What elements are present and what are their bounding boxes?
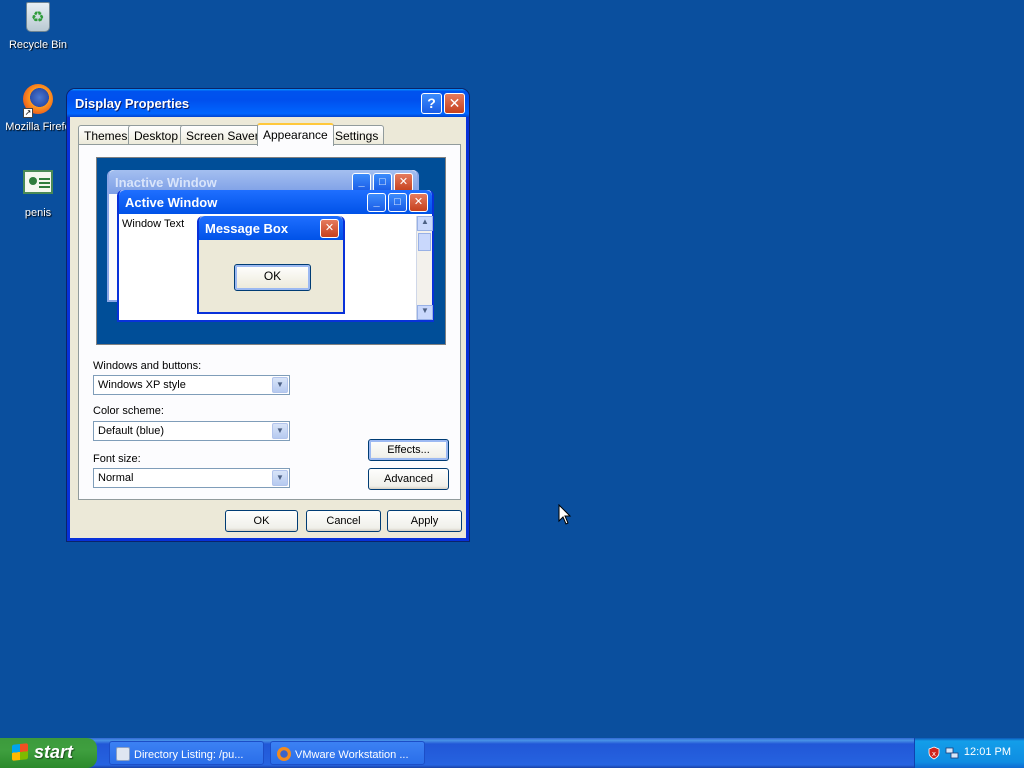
tab-desktop[interactable]: Desktop	[128, 125, 185, 145]
color-scheme-select[interactable]: Default (blue) ▼	[93, 421, 290, 441]
window-titlebar[interactable]: Display Properties ? ✕	[67, 89, 469, 117]
taskbar-item-label: Directory Listing: /pu...	[134, 749, 244, 761]
color-scheme-value: Default (blue)	[98, 425, 165, 437]
appearance-preview: Inactive Window _ □ ✕ Active Window _ □ ✕ Wi…	[96, 157, 446, 345]
preview-window-text: Window Text	[122, 218, 185, 230]
recycle-bin-desktop-icon[interactable]: Recycle Bin	[0, 2, 76, 51]
close-button[interactable]: ✕	[444, 93, 465, 114]
help-button[interactable]: ?	[421, 93, 442, 114]
close-icon: ✕	[448, 95, 461, 111]
tab-themes[interactable]: Themes	[78, 125, 134, 145]
taskbar-item-directory-listing[interactable]: Directory Listing: /pu...	[109, 741, 264, 765]
cancel-button[interactable]: Cancel	[306, 510, 381, 532]
ok-button[interactable]: OK	[225, 510, 298, 532]
windows-buttons-label: Windows and buttons:	[93, 360, 202, 372]
display-properties-window: Display Properties ? ✕ Themes Desktop Sc…	[67, 89, 469, 541]
font-size-label: Font size:	[93, 453, 141, 465]
network-icon[interactable]	[945, 746, 959, 760]
clock[interactable]: 12:01 PM	[964, 746, 1011, 758]
tab-appearance[interactable]: Appearance	[257, 123, 334, 146]
font-size-value: Normal	[98, 472, 134, 484]
document-icon	[116, 747, 130, 761]
system-tray: x 12:01 PM	[914, 738, 1024, 768]
certificate-file-label: penis	[24, 207, 52, 219]
scroll-up-icon: ▲	[417, 216, 433, 231]
svg-text:x: x	[932, 750, 936, 758]
windows-buttons-value: Windows XP style	[98, 379, 186, 391]
help-icon: ?	[427, 95, 436, 111]
chevron-down-icon[interactable]: ▼	[272, 470, 288, 486]
chevron-down-icon[interactable]: ▼	[272, 377, 288, 393]
close-icon: ✕	[320, 219, 339, 238]
font-size-select[interactable]: Normal ▼	[93, 468, 290, 488]
appearance-panel: Inactive Window _ □ ✕ Active Window _ □ ✕ Wi…	[78, 144, 461, 500]
minimize-icon: _	[367, 193, 386, 212]
chevron-down-icon[interactable]: ▼	[272, 423, 288, 439]
scroll-thumb	[418, 233, 431, 251]
certificate-icon	[21, 170, 55, 204]
preview-ok-button: OK	[234, 264, 311, 291]
firefox-icon	[277, 747, 291, 761]
scroll-down-icon: ▼	[417, 305, 433, 320]
start-button[interactable]: start	[0, 738, 97, 768]
recycle-bin-icon	[21, 2, 55, 36]
certificate-file-desktop-icon[interactable]: penis	[0, 166, 76, 219]
tab-screen-saver[interactable]: Screen Saver	[180, 125, 265, 145]
window-title: Display Properties	[75, 96, 190, 111]
shortcut-arrow-icon: ↗	[23, 108, 33, 118]
security-shield-icon[interactable]: x	[927, 746, 941, 760]
firefox-desktop-icon[interactable]: ↗ Mozilla Firefo	[0, 84, 76, 133]
effects-button[interactable]: Effects...	[368, 439, 449, 461]
firefox-label: Mozilla Firefo	[5, 121, 71, 133]
recycle-bin-label: Recycle Bin	[8, 39, 68, 51]
mouse-cursor-icon	[558, 504, 572, 525]
windows-logo-icon	[12, 743, 28, 761]
taskbar-item-vmware[interactable]: VMware Workstation ...	[270, 741, 425, 765]
maximize-icon: □	[388, 193, 407, 212]
color-scheme-label: Color scheme:	[93, 405, 164, 417]
close-icon: ✕	[409, 193, 428, 212]
preview-scrollbar: ▲ ▼	[416, 216, 433, 320]
taskbar: start Directory Listing: /pu... VMware W…	[0, 738, 1024, 768]
tab-settings[interactable]: Settings	[329, 125, 385, 145]
start-label: start	[34, 742, 74, 762]
apply-button[interactable]: Apply	[387, 510, 462, 532]
firefox-icon: ↗	[21, 84, 55, 118]
advanced-button[interactable]: Advanced	[368, 468, 449, 490]
preview-message-box: Message Box ✕ OK	[197, 216, 345, 314]
windows-buttons-select[interactable]: Windows XP style ▼	[93, 375, 290, 395]
taskbar-item-label: VMware Workstation ...	[295, 749, 409, 761]
